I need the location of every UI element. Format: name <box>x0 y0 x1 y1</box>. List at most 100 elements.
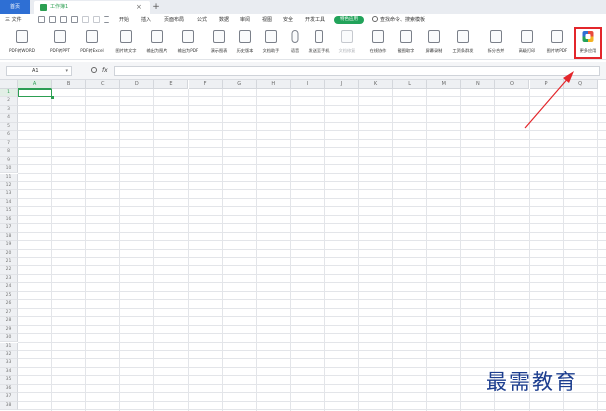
column-header-b[interactable]: B <box>52 80 87 89</box>
row-header-9[interactable]: 9 <box>0 156 18 166</box>
send-to-phone-button[interactable]: 发送至手机 <box>304 28 334 58</box>
row-header-16[interactable]: 16 <box>0 215 18 225</box>
select-all-corner[interactable] <box>0 80 18 89</box>
new-tab-button[interactable]: + <box>150 0 162 14</box>
demo-chart-button[interactable]: 演示图表 <box>206 28 232 58</box>
redo-icon[interactable] <box>93 16 100 23</box>
row-header-35[interactable]: 35 <box>0 376 18 385</box>
doc-assistant-button[interactable]: 文档助手 <box>258 28 284 58</box>
column-header-o[interactable]: O <box>495 80 530 89</box>
menu-special-apps[interactable]: 特色应用 <box>334 16 364 24</box>
row-header-11[interactable]: 11 <box>0 173 18 182</box>
column-header-h[interactable]: H <box>256 80 291 89</box>
pdf-to-ppt-button[interactable]: PDF转PPT <box>44 28 76 58</box>
menu-start[interactable]: 开始 <box>119 14 129 26</box>
row-header-10[interactable]: 10 <box>0 165 18 174</box>
menu-formulas[interactable]: 公式 <box>197 14 207 26</box>
chevron-down-icon[interactable]: ▾ <box>65 67 68 76</box>
more-quick-access-icon[interactable] <box>104 16 109 23</box>
fx-icon[interactable]: fx <box>102 65 108 76</box>
online-collab-button[interactable]: 在线协作 <box>364 28 392 58</box>
row-header-19[interactable]: 19 <box>0 241 18 250</box>
zoom-icon[interactable] <box>91 67 97 73</box>
row-header-27[interactable]: 27 <box>0 308 18 318</box>
formula-input[interactable] <box>114 66 600 76</box>
column-header-a[interactable]: A <box>18 80 53 89</box>
row-header-2[interactable]: 2 <box>0 97 18 106</box>
row-header-36[interactable]: 36 <box>0 384 18 394</box>
export-image-button[interactable]: 输出为图片 <box>142 28 172 58</box>
row-header-29[interactable]: 29 <box>0 325 18 335</box>
menu-developer[interactable]: 开发工具 <box>305 14 325 26</box>
row-header-22[interactable]: 22 <box>0 266 18 275</box>
export-icon[interactable] <box>49 16 56 23</box>
row-header-8[interactable]: 8 <box>0 148 18 157</box>
column-header-f[interactable]: F <box>188 80 223 89</box>
column-header-e[interactable]: E <box>154 80 189 89</box>
row-header-21[interactable]: 21 <box>0 258 18 267</box>
row-header-31[interactable]: 31 <box>0 342 18 351</box>
voice-button[interactable]: 语音 <box>286 28 304 58</box>
menu-data[interactable]: 数据 <box>219 14 229 26</box>
row-header-38[interactable]: 38 <box>0 401 18 411</box>
print-icon[interactable] <box>60 16 67 23</box>
image-to-pdf-button[interactable]: 图片转PDF <box>542 28 572 58</box>
row-header-28[interactable]: 28 <box>0 317 18 326</box>
menu-insert[interactable]: 插入 <box>141 14 151 26</box>
row-header-30[interactable]: 30 <box>0 334 18 343</box>
row-header-23[interactable]: 23 <box>0 274 18 284</box>
column-header-n[interactable]: N <box>461 80 496 89</box>
column-header-q[interactable]: Q <box>563 80 598 89</box>
close-tab-icon[interactable]: × <box>136 1 142 14</box>
row-header-6[interactable]: 6 <box>0 131 18 140</box>
row-header-25[interactable]: 25 <box>0 291 18 301</box>
menu-security[interactable]: 安全 <box>283 14 293 26</box>
menu-page-layout[interactable]: 页面布局 <box>164 14 184 26</box>
row-header-3[interactable]: 3 <box>0 105 18 115</box>
row-header-34[interactable]: 34 <box>0 367 18 377</box>
doc-repair-button[interactable]: 文档修复 <box>334 28 360 58</box>
row-header-13[interactable]: 13 <box>0 190 18 199</box>
row-header-5[interactable]: 5 <box>0 122 18 132</box>
column-header-g[interactable]: G <box>222 80 257 89</box>
tab-home[interactable]: 首页 <box>0 0 30 14</box>
search-icon[interactable] <box>372 16 378 22</box>
column-header-m[interactable]: M <box>427 80 462 89</box>
column-header-l[interactable]: L <box>393 80 428 89</box>
pdf-to-excel-button[interactable]: PDF转Excel <box>76 28 108 58</box>
menu-review[interactable]: 审阅 <box>240 14 250 26</box>
tab-workbook[interactable]: 工作簿1 × <box>34 1 150 14</box>
command-search[interactable]: 查找命令、搜索模板 <box>380 14 425 26</box>
pdf-to-word-button[interactable]: PDF转WORD <box>4 28 40 58</box>
screenshot-text-button[interactable]: 截图取字 <box>392 28 420 58</box>
column-header-d[interactable]: D <box>120 80 155 89</box>
row-header-17[interactable]: 17 <box>0 224 18 233</box>
row-header-20[interactable]: 20 <box>0 249 18 258</box>
row-header-15[interactable]: 15 <box>0 207 18 216</box>
history-version-button[interactable]: 历史版本 <box>232 28 258 58</box>
active-cell[interactable] <box>18 89 55 101</box>
export-pdf-button[interactable]: 输出为PDF <box>172 28 204 58</box>
row-header-33[interactable]: 33 <box>0 359 18 368</box>
file-menu[interactable]: 三 文件 <box>5 14 22 26</box>
screen-record-button[interactable]: 屏幕录制 <box>420 28 448 58</box>
column-header-j[interactable]: J <box>324 80 359 89</box>
row-header-7[interactable]: 7 <box>0 139 18 149</box>
menu-view[interactable]: 视图 <box>262 14 272 26</box>
advanced-print-button[interactable]: 高级打印 <box>514 28 540 58</box>
column-header-c[interactable]: C <box>86 80 121 89</box>
row-header-1[interactable]: 1 <box>0 89 18 98</box>
column-header-k[interactable]: K <box>359 80 394 89</box>
undo-icon[interactable] <box>82 16 89 23</box>
name-box[interactable]: A1 ▾ <box>6 66 72 76</box>
row-header-26[interactable]: 26 <box>0 300 18 309</box>
row-header-24[interactable]: 24 <box>0 283 18 292</box>
split-merge-button[interactable]: 拆分合并 <box>482 28 510 58</box>
row-header-4[interactable]: 4 <box>0 114 18 123</box>
payroll-send-button[interactable]: 工资条群发 <box>448 28 478 58</box>
row-header-37[interactable]: 37 <box>0 393 18 402</box>
image-to-text-button[interactable]: 图片转文字 <box>110 28 142 58</box>
spreadsheet-grid[interactable]: A B C D E F G H I J K L M N O P Q 1 2 3 4 5 6 7 8 9 10 11 12 13 14 15 16… <box>0 80 606 411</box>
row-header-14[interactable]: 14 <box>0 198 18 208</box>
print-preview-icon[interactable] <box>71 16 78 23</box>
